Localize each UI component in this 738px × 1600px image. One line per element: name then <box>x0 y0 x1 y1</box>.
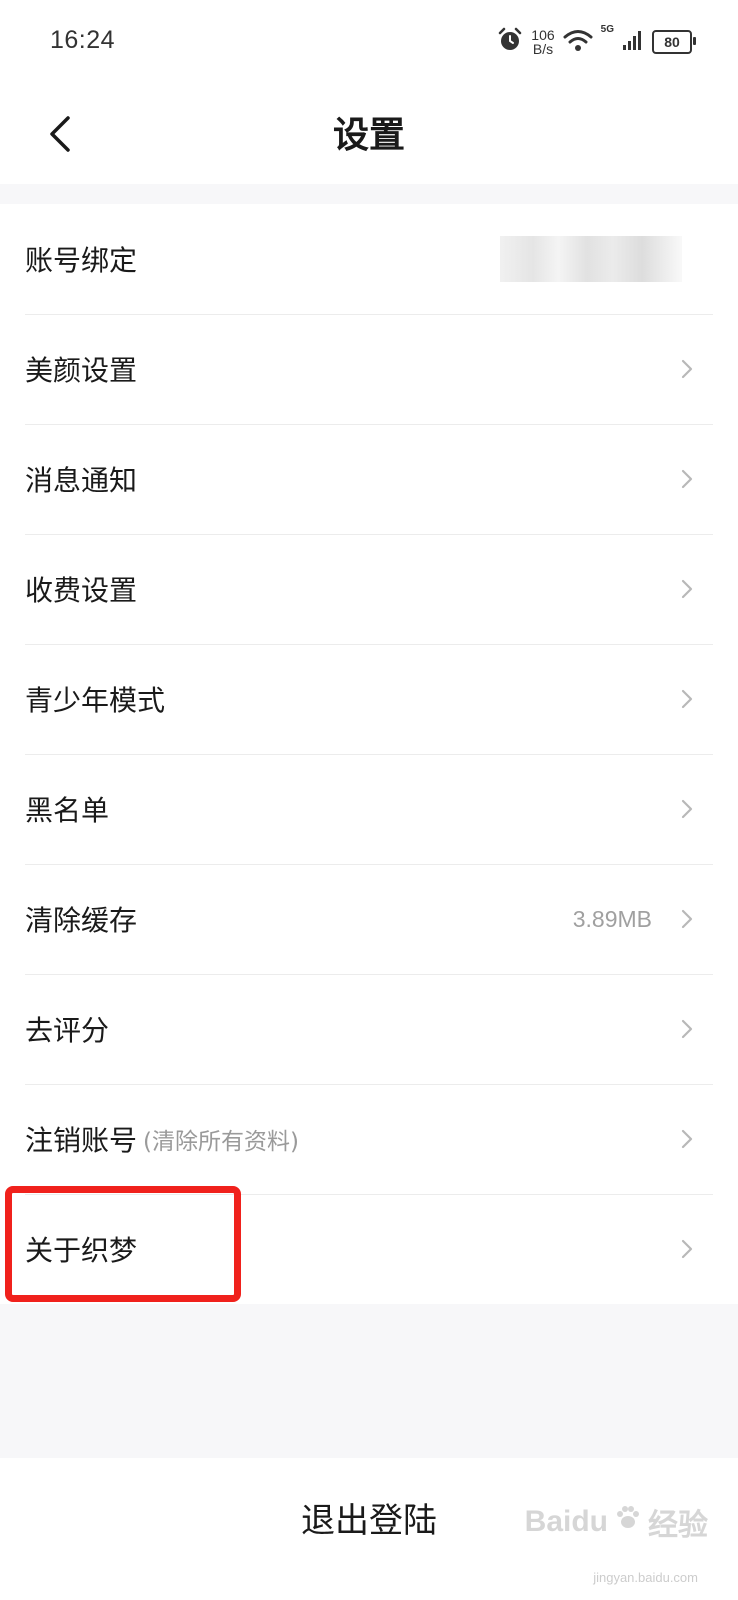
chevron-right-icon <box>680 688 694 710</box>
status-time: 16:24 <box>50 26 116 54</box>
setting-blacklist[interactable]: 黑名单 <box>0 754 738 864</box>
blurred-account-value <box>500 236 682 282</box>
network-speed-unit: B/s <box>532 41 554 57</box>
chevron-right-icon <box>680 1238 694 1260</box>
status-icons: 106 B/s 5G 80 <box>497 24 696 60</box>
setting-label: 账号绑定 <box>25 244 138 277</box>
chevron-right-icon <box>680 578 694 600</box>
setting-label: 美颜设置 <box>25 354 138 387</box>
setting-label: 关于织梦 <box>25 1234 138 1267</box>
setting-label: 清除缓存 <box>25 904 138 937</box>
network-speed-value: 106 <box>531 27 555 43</box>
setting-rate-app[interactable]: 去评分 <box>0 974 738 1084</box>
status-bar: 16:24 106 B/s 5G 80 <box>0 0 738 84</box>
wifi-icon <box>563 28 593 56</box>
chevron-right-icon <box>680 798 694 820</box>
section-gap <box>0 184 738 204</box>
page-title: 设置 <box>332 115 405 156</box>
baidu-watermark: Baidu 经验 <box>525 1500 708 1544</box>
setting-label: 收费设置 <box>25 574 138 607</box>
setting-charges[interactable]: 收费设置 <box>0 534 738 644</box>
setting-about[interactable]: 关于织梦 <box>0 1194 738 1304</box>
watermark-url: jingyan.baidu.com <box>593 1570 698 1585</box>
setting-label: 青少年模式 <box>25 684 166 717</box>
setting-note: (清除所有资料) <box>143 1129 299 1155</box>
setting-label: 消息通知 <box>25 464 138 497</box>
alarm-icon <box>497 27 523 57</box>
chevron-right-icon <box>680 908 694 930</box>
setting-label: 黑名单 <box>25 794 110 827</box>
chevron-right-icon <box>680 1128 694 1150</box>
setting-delete-account[interactable]: 注销账号 (清除所有资料) <box>0 1084 738 1194</box>
chevron-right-icon <box>680 358 694 380</box>
setting-teen-mode[interactable]: 青少年模式 <box>0 644 738 754</box>
nav-bar: 设置 <box>0 84 738 184</box>
setting-label: 注销账号 <box>25 1124 138 1157</box>
settings-list: 账号绑定 美颜设置 消息通知 收费设置 青少年模式 黑名单 清除缓存 3.89M… <box>0 204 738 1304</box>
watermark-brand-cn: 经验 <box>648 1509 708 1542</box>
network-speed: 106 B/s <box>531 28 554 56</box>
setting-label: 去评分 <box>25 1014 110 1047</box>
setting-notifications[interactable]: 消息通知 <box>0 424 738 534</box>
setting-account-binding[interactable]: 账号绑定 <box>0 204 738 314</box>
chevron-right-icon <box>680 1018 694 1040</box>
chevron-right-icon <box>680 468 694 490</box>
battery-icon: 80 <box>652 30 696 54</box>
setting-beauty[interactable]: 美颜设置 <box>0 314 738 424</box>
paw-icon <box>614 1504 642 1540</box>
network-type: 5G <box>600 24 614 35</box>
cache-size: 3.89MB <box>572 905 652 932</box>
watermark-brand: Baidu <box>524 1505 608 1538</box>
signal-icon <box>622 29 644 55</box>
setting-clear-cache[interactable]: 清除缓存 3.89MB <box>0 864 738 974</box>
